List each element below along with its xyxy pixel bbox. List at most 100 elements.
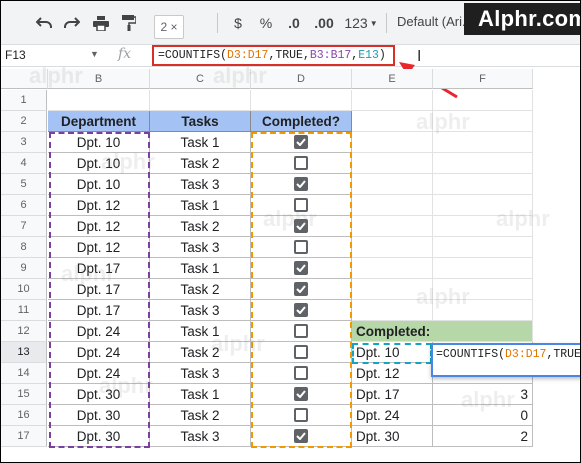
tasks-header[interactable]: Tasks (150, 111, 251, 132)
formula-input[interactable]: =COUNTIFS(D3:D17,TRUE,B3:B17,E13) (152, 45, 395, 66)
cell[interactable] (352, 132, 433, 153)
department-cell[interactable]: Dpt. 30 (48, 405, 150, 426)
cell[interactable] (433, 90, 533, 111)
checkbox-unchecked[interactable] (294, 345, 308, 359)
cell[interactable] (251, 90, 352, 111)
paint-format-icon[interactable] (118, 12, 140, 34)
column-header-b[interactable]: B (48, 69, 150, 89)
checkbox-checked[interactable] (294, 135, 308, 149)
row-header-11[interactable]: 11 (1, 300, 47, 321)
cell[interactable] (352, 300, 433, 321)
cell[interactable] (352, 237, 433, 258)
print-icon[interactable] (90, 12, 112, 34)
font-family-select[interactable]: Default (Ari... (397, 14, 473, 29)
row-header-12[interactable]: 12 (1, 321, 47, 342)
cell[interactable] (433, 258, 533, 279)
select-all-corner[interactable] (1, 69, 48, 89)
task-cell[interactable]: Task 2 (150, 342, 251, 363)
task-cell[interactable]: Task 2 (150, 153, 251, 174)
summary-header[interactable]: Completed: (352, 321, 533, 342)
cell[interactable] (352, 90, 433, 111)
cell[interactable] (433, 279, 533, 300)
department-cell[interactable]: Dpt. 10 (48, 132, 150, 153)
task-cell[interactable]: Task 3 (150, 174, 251, 195)
checkbox-checked[interactable] (294, 177, 308, 191)
summary-department-cell[interactable]: Dpt. 17 (352, 384, 433, 405)
column-header-d[interactable]: D (251, 69, 352, 89)
cell[interactable] (352, 174, 433, 195)
row-header-4[interactable]: 4 (1, 153, 47, 174)
cell[interactable] (433, 195, 533, 216)
checkbox-unchecked[interactable] (294, 198, 308, 212)
department-cell[interactable]: Dpt. 30 (48, 384, 150, 405)
summary-department-cell[interactable]: Dpt. 24 (352, 405, 433, 426)
cell[interactable] (433, 300, 533, 321)
task-cell[interactable]: Task 3 (150, 237, 251, 258)
chevron-down-icon[interactable]: ▼ (90, 49, 99, 59)
completed-header[interactable]: Completed? (251, 111, 352, 132)
department-cell[interactable]: Dpt. 12 (48, 216, 150, 237)
row-header-16[interactable]: 16 (1, 405, 47, 426)
checkbox-checked[interactable] (294, 303, 308, 317)
row-header-13[interactable]: 13 (1, 342, 47, 363)
task-cell[interactable]: Task 3 (150, 426, 251, 447)
decrease-decimal-button[interactable]: .0 (283, 12, 305, 34)
cell[interactable] (352, 258, 433, 279)
summary-department-cell[interactable]: Dpt. 10 (352, 342, 433, 363)
row-header-7[interactable]: 7 (1, 216, 47, 237)
department-header[interactable]: Department (48, 111, 150, 132)
row-header-17[interactable]: 17 (1, 426, 47, 447)
department-cell[interactable]: Dpt. 24 (48, 342, 150, 363)
name-box[interactable]: F13 (5, 48, 26, 62)
cell[interactable] (352, 111, 433, 132)
row-header-1[interactable]: 1 (1, 90, 47, 111)
cell[interactable] (352, 216, 433, 237)
checkbox-unchecked[interactable] (294, 324, 308, 338)
row-header-3[interactable]: 3 (1, 132, 47, 153)
checkbox-unchecked[interactable] (294, 408, 308, 422)
summary-count-cell[interactable]: 3 (433, 384, 533, 405)
task-cell[interactable]: Task 1 (150, 258, 251, 279)
cell[interactable] (433, 132, 533, 153)
summary-count-cell[interactable]: 2 (433, 426, 533, 447)
column-header-e[interactable]: E (352, 69, 433, 89)
task-cell[interactable]: Task 2 (150, 405, 251, 426)
cell-edit-popup[interactable]: =COUNTIFS(D3:D17,TRUE (431, 343, 580, 377)
checkbox-unchecked[interactable] (294, 366, 308, 380)
department-cell[interactable]: Dpt. 10 (48, 174, 150, 195)
department-cell[interactable]: Dpt. 12 (48, 195, 150, 216)
task-cell[interactable]: Task 1 (150, 321, 251, 342)
department-cell[interactable]: Dpt. 12 (48, 237, 150, 258)
department-cell[interactable]: Dpt. 30 (48, 426, 150, 447)
task-cell[interactable]: Task 1 (150, 195, 251, 216)
increase-decimal-button[interactable]: .00 (311, 12, 337, 34)
cell[interactable] (433, 174, 533, 195)
department-cell[interactable]: Dpt. 17 (48, 258, 150, 279)
task-cell[interactable]: Task 3 (150, 300, 251, 321)
summary-department-cell[interactable]: Dpt. 12 (352, 363, 433, 384)
more-formats-button[interactable]: 123 ▼ (342, 12, 380, 34)
summary-count-cell[interactable]: 0 (433, 405, 533, 426)
checkbox-checked[interactable] (294, 261, 308, 275)
row-header-10[interactable]: 10 (1, 279, 47, 300)
row-header-15[interactable]: 15 (1, 384, 47, 405)
department-cell[interactable]: Dpt. 24 (48, 321, 150, 342)
summary-department-cell[interactable]: Dpt. 30 (352, 426, 433, 447)
task-cell[interactable]: Task 1 (150, 384, 251, 405)
department-cell[interactable]: Dpt. 17 (48, 300, 150, 321)
cell[interactable] (150, 90, 251, 111)
row-header-14[interactable]: 14 (1, 363, 47, 384)
checkbox-unchecked[interactable] (294, 240, 308, 254)
currency-button[interactable]: $ (229, 12, 247, 34)
cell[interactable] (352, 153, 433, 174)
row-header-6[interactable]: 6 (1, 195, 47, 216)
percent-button[interactable]: % (257, 12, 275, 34)
column-header-f[interactable]: F (433, 69, 533, 89)
cell[interactable] (352, 195, 433, 216)
task-cell[interactable]: Task 1 (150, 132, 251, 153)
checkbox-unchecked[interactable] (294, 156, 308, 170)
row-header-2[interactable]: 2 (1, 111, 47, 132)
undo-icon[interactable] (33, 12, 55, 34)
department-cell[interactable]: Dpt. 24 (48, 363, 150, 384)
redo-icon[interactable] (61, 12, 83, 34)
